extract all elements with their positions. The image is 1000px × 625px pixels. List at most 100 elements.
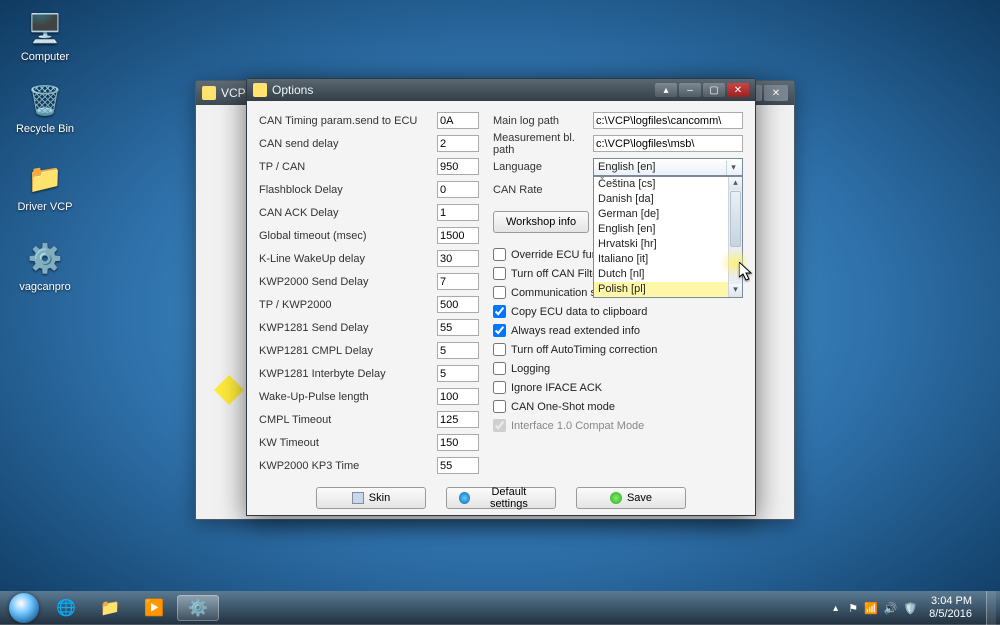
default-settings-label: Default settings xyxy=(475,486,543,510)
param-input[interactable] xyxy=(437,411,479,428)
param-input[interactable] xyxy=(437,365,479,382)
tray-show-hidden-icons[interactable]: ▴ xyxy=(829,601,842,616)
option-checkbox[interactable] xyxy=(493,381,506,394)
option-checkbox[interactable] xyxy=(493,400,506,413)
taskbar-explorer[interactable]: 📁 xyxy=(89,595,131,621)
param-row: K-Line WakeUp delay xyxy=(259,249,479,268)
option-checkbox[interactable] xyxy=(493,267,506,280)
recycle-bin-icon: 🗑️ xyxy=(25,80,65,120)
option-check-label: Logging xyxy=(511,363,550,375)
language-select[interactable]: English [en] ▾ xyxy=(593,158,743,176)
param-input[interactable] xyxy=(437,388,479,405)
options-footer: Skin Default settings Save xyxy=(259,487,743,509)
language-option[interactable]: English [en] xyxy=(594,222,742,237)
tray-network-icon[interactable]: 📶 xyxy=(864,602,878,615)
param-input[interactable] xyxy=(437,135,479,152)
option-check-label: Always read extended info xyxy=(511,325,640,337)
language-option[interactable]: German [de] xyxy=(594,207,742,222)
language-option[interactable]: Dutch [nl] xyxy=(594,267,742,282)
scroll-up-button[interactable]: ▴ xyxy=(729,177,742,190)
scroll-thumb[interactable] xyxy=(730,191,741,247)
param-label: KWP2000 KP3 Time xyxy=(259,460,437,472)
taskbar-mediaplayer[interactable]: ▶️ xyxy=(133,595,175,621)
param-label: CAN ACK Delay xyxy=(259,207,437,219)
skin-button[interactable]: Skin xyxy=(316,487,426,509)
language-option[interactable]: Polish [pl] xyxy=(594,282,742,297)
language-option[interactable]: Hrvatski [hr] xyxy=(594,237,742,252)
dropdown-scrollbar[interactable]: ▴ ▾ xyxy=(728,177,742,297)
tray-clock[interactable]: 3:04 PM 8/5/2016 xyxy=(923,595,978,621)
param-row: KWP2000 KP3 Time xyxy=(259,456,479,475)
param-input[interactable] xyxy=(437,296,479,313)
option-check-label: Copy ECU data to clipboard xyxy=(511,306,647,318)
desktop-icon-recycle[interactable]: 🗑️ Recycle Bin xyxy=(10,80,80,135)
option-check-row: Turn off AutoTiming correction xyxy=(493,340,743,359)
param-label: KW Timeout xyxy=(259,437,437,449)
measurement-path-input[interactable] xyxy=(593,135,743,152)
param-row: Global timeout (msec) xyxy=(259,226,479,245)
options-titlebar[interactable]: Options ▴ – ▢ ✕ xyxy=(247,79,755,101)
options-title: Options xyxy=(272,83,313,97)
language-label: Language xyxy=(493,161,593,173)
timing-parameters-column: CAN Timing param.send to ECUCAN send del… xyxy=(259,111,479,475)
desktop-icon-drivervcp[interactable]: 📁 Driver VCP xyxy=(10,158,80,213)
param-input[interactable] xyxy=(437,434,479,451)
vcp-title: VCP xyxy=(221,86,246,100)
param-input[interactable] xyxy=(437,273,479,290)
param-input[interactable] xyxy=(437,319,479,336)
param-input[interactable] xyxy=(437,112,479,129)
param-input[interactable] xyxy=(437,457,479,474)
folder-icon: 📁 xyxy=(25,158,65,198)
tray-flag-icon[interactable]: ⚑ xyxy=(848,602,858,615)
close-button[interactable]: ✕ xyxy=(727,83,749,97)
start-button[interactable] xyxy=(4,591,44,625)
option-check-label: Ignore IFACE ACK xyxy=(511,382,602,394)
option-checkbox[interactable] xyxy=(493,248,506,261)
workshop-info-label: Workshop info xyxy=(506,216,576,228)
param-input[interactable] xyxy=(437,181,479,198)
default-settings-button[interactable]: Default settings xyxy=(446,487,556,509)
vcp-close-button[interactable]: ✕ xyxy=(764,85,788,101)
language-option[interactable]: Italiano [it] xyxy=(594,252,742,267)
option-checkbox[interactable] xyxy=(493,305,506,318)
param-input[interactable] xyxy=(437,204,479,221)
desktop-icon-computer[interactable]: 🖥️ Computer xyxy=(10,8,80,63)
param-row: KWP1281 Send Delay xyxy=(259,318,479,337)
taskbar-vcp[interactable]: ⚙️ xyxy=(177,595,219,621)
option-checkbox[interactable] xyxy=(493,362,506,375)
tray-security-icon[interactable]: 🛡️ xyxy=(903,602,917,615)
param-label: KWP1281 Send Delay xyxy=(259,322,437,334)
param-input[interactable] xyxy=(437,342,479,359)
language-option[interactable]: Danish [da] xyxy=(594,192,742,207)
language-option[interactable]: Čeština [cs] xyxy=(594,177,742,192)
desktop-icon-vagcanpro[interactable]: ⚙️ vagcanpro xyxy=(10,238,80,293)
option-checkbox[interactable] xyxy=(493,324,506,337)
skin-label: Skin xyxy=(369,492,390,504)
desktop-icon-label: Driver VCP xyxy=(10,201,80,213)
param-input[interactable] xyxy=(437,227,479,244)
save-button[interactable]: Save xyxy=(576,487,686,509)
param-input[interactable] xyxy=(437,158,479,175)
app-icon xyxy=(202,86,216,100)
option-checkbox[interactable] xyxy=(493,286,506,299)
check-icon xyxy=(610,492,622,504)
taskbar: 🌐 📁 ▶️ ⚙️ ▴ ⚑ 📶 🔊 🛡️ 3:04 PM 8/5/2016 xyxy=(0,591,1000,625)
taskbar-ie[interactable]: 🌐 xyxy=(45,595,87,621)
language-dropdown: Čeština [cs]Danish [da]German [de]Englis… xyxy=(593,176,743,298)
param-label: CAN send delay xyxy=(259,138,437,150)
option-check-row: CAN One-Shot mode xyxy=(493,397,743,416)
maximize-button[interactable]: ▢ xyxy=(703,83,725,97)
scroll-down-button[interactable]: ▾ xyxy=(729,284,742,297)
show-desktop-button[interactable] xyxy=(986,591,996,625)
param-row: Flashblock Delay xyxy=(259,180,479,199)
param-label: CMPL Timeout xyxy=(259,414,437,426)
param-input[interactable] xyxy=(437,250,479,267)
help-button[interactable]: ▴ xyxy=(655,83,677,97)
minimize-button[interactable]: – xyxy=(679,83,701,97)
main-log-path-input[interactable] xyxy=(593,112,743,129)
gear-icon: ⚙️ xyxy=(25,238,65,278)
option-check-row: Copy ECU data to clipboard xyxy=(493,302,743,321)
workshop-info-button[interactable]: Workshop info xyxy=(493,211,589,233)
tray-volume-icon[interactable]: 🔊 xyxy=(884,602,898,615)
option-checkbox[interactable] xyxy=(493,343,506,356)
